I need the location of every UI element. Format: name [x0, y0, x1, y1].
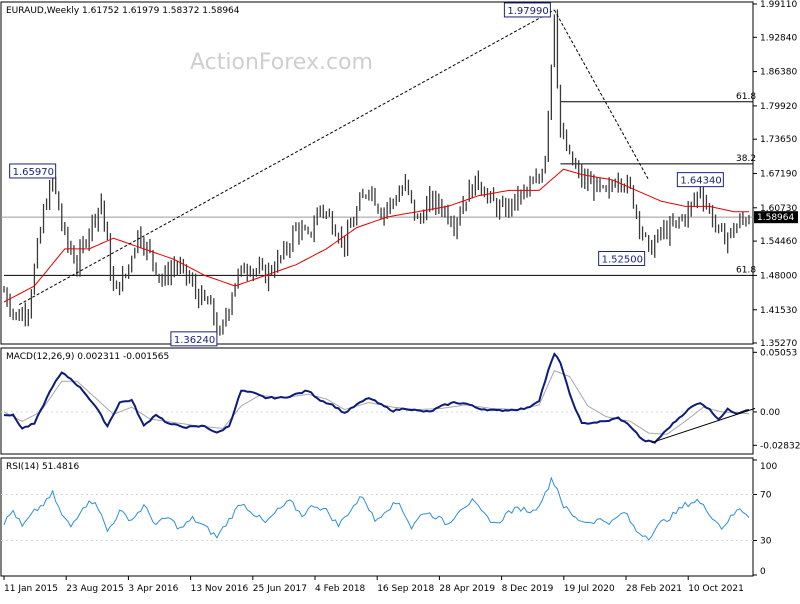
- time-axis-label: 19 Jul 2020: [564, 584, 615, 594]
- rsi-axis-label: 0: [760, 567, 766, 577]
- price-axis-label: 1.79920: [760, 102, 797, 112]
- rsi-axis-label: 70: [760, 491, 772, 501]
- time-axis-label: 10 Oct 2021: [688, 584, 744, 594]
- time-axis-label: 28 Feb 2021: [626, 584, 682, 594]
- rsi-panel-title: RSI(14) 51.4816: [6, 462, 79, 472]
- price-axis-label: 1.48000: [760, 271, 797, 281]
- chart-svg: 61.8 38.2 61.8 1.97990 1.65970 1.36240 1.6434…: [0, 0, 800, 600]
- time-axis-label: 11 Jan 2015: [4, 584, 58, 594]
- fib-level-label: 61.8: [736, 92, 756, 102]
- time-axis-label: 13 Nov 2016: [191, 584, 249, 594]
- price-annotation-label: 1.52500: [602, 255, 643, 266]
- time-axis-label: 8 Dec 2019: [502, 584, 554, 594]
- macd-axis-label: 0.00: [760, 408, 780, 418]
- current-price-label: 1.58964: [757, 213, 794, 223]
- time-axis-label: 16 Sep 2018: [377, 584, 434, 594]
- time-axis-label: 23 Aug 2015: [66, 584, 124, 594]
- price-axis-label: 1.54460: [760, 237, 797, 247]
- macd-axis-label: -0.028323: [760, 441, 800, 451]
- price-annotation-label: 1.64340: [680, 176, 721, 187]
- price-axis-label: 1.99110: [760, 0, 797, 10]
- rsi-axis-label: 100: [760, 462, 777, 472]
- macd-axis-label: 0.05053: [760, 348, 797, 358]
- price-axis-label: 1.92840: [760, 33, 797, 43]
- price-axis-label: 1.41530: [760, 306, 797, 316]
- price-annotation-label: 1.36240: [174, 335, 215, 346]
- rsi-axis-label: 30: [760, 537, 772, 547]
- macd-panel-title: MACD(12,26,9) 0.002311 -0.001565: [6, 352, 169, 362]
- time-axis-label: 28 Apr 2019: [439, 584, 495, 594]
- price-annotation-label: 1.65970: [13, 167, 54, 178]
- price-annotation-label: 1.97990: [507, 6, 548, 17]
- price-axis-label: 1.73650: [760, 135, 797, 145]
- price-axis-label: 1.67190: [760, 170, 797, 180]
- time-axis-label: 4 Feb 2018: [315, 584, 366, 594]
- price-axis-label: 1.86380: [760, 68, 797, 78]
- fib-level-label: 38.2: [736, 154, 756, 164]
- watermark: ActionForex.com: [190, 50, 373, 75]
- fib-level-label: 61.8: [736, 265, 756, 275]
- price-panel-title: EURAUD,Weekly 1.61752 1.61979 1.58372 1.…: [6, 6, 240, 16]
- time-axis-label: 25 Jun 2017: [253, 584, 307, 594]
- chart-window: 61.8 38.2 61.8 1.97990 1.65970 1.36240 1.6434…: [0, 0, 800, 600]
- time-axis-label: 3 Apr 2016: [128, 584, 178, 594]
